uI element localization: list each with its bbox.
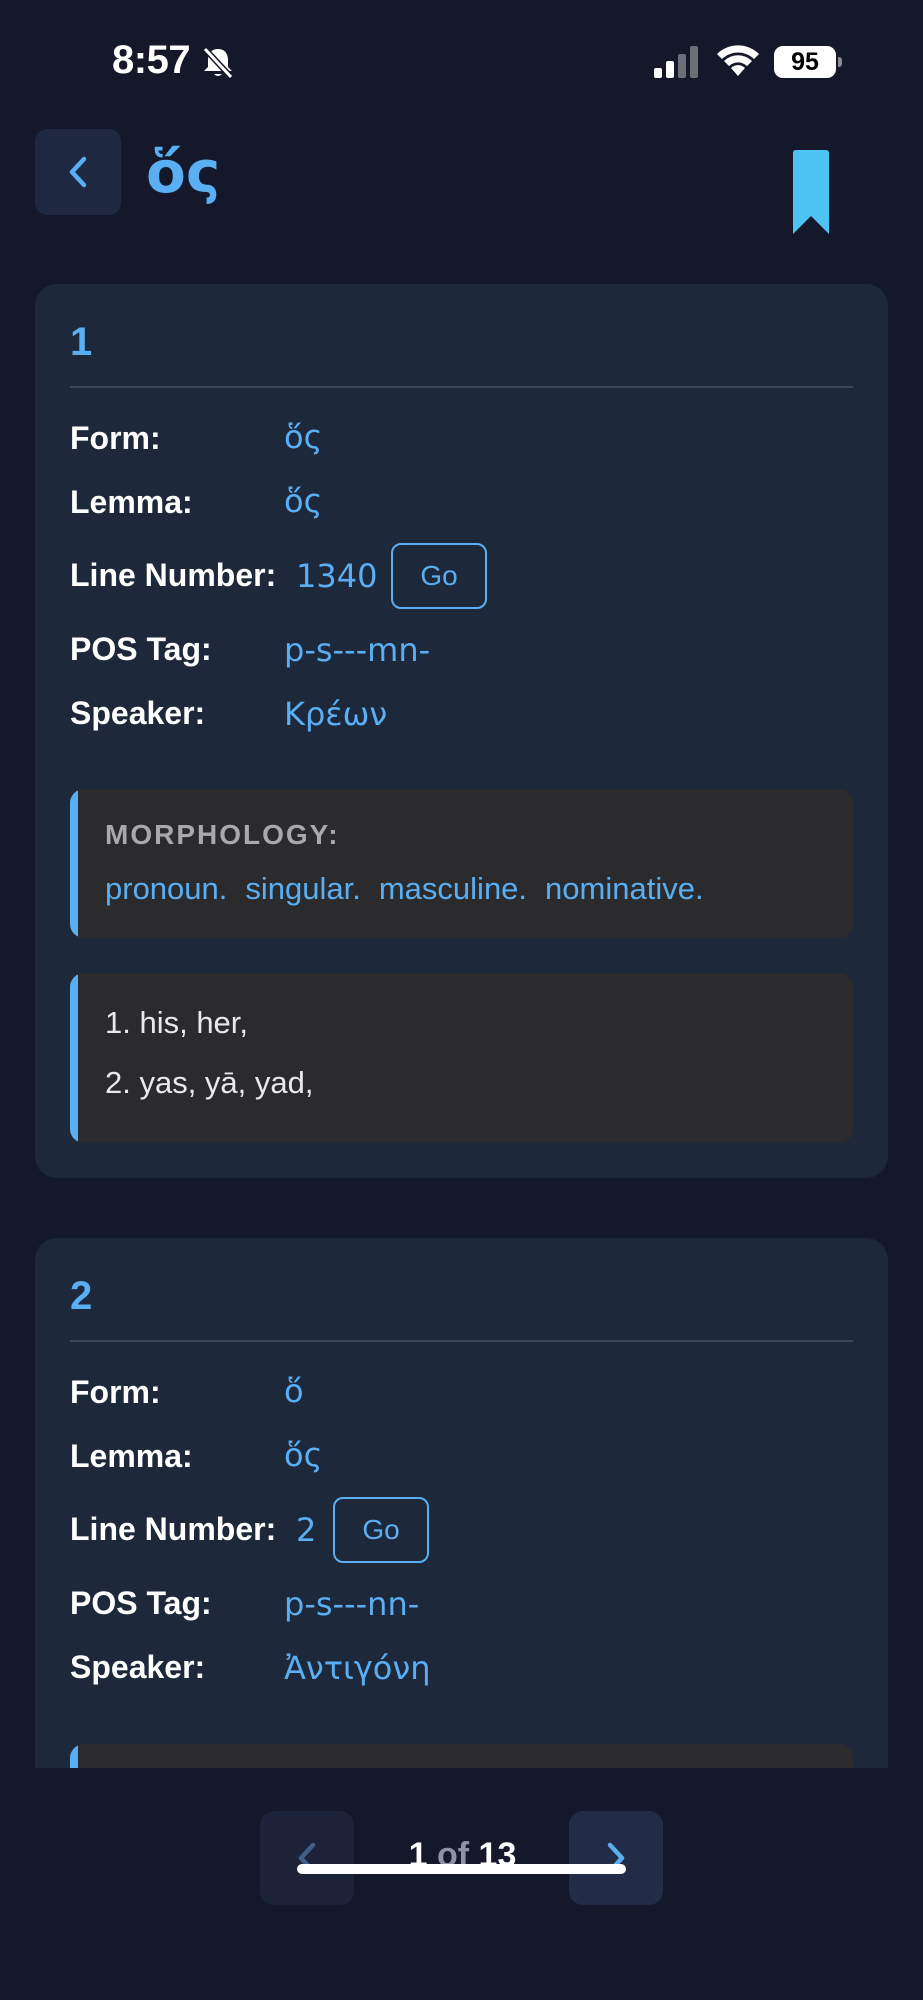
pos-tag-value: p-s---nn- <box>284 1585 420 1623</box>
speaker-value: Κρέων <box>284 695 388 733</box>
morphology-item: singular. <box>245 871 361 906</box>
entry-card: 2 Form: ὅ Lemma: ὅς Line Number: 2 Go PO… <box>35 1238 888 1768</box>
battery-indicator: 95 <box>774 46 842 78</box>
pos-tag-value: p-s---mn- <box>284 631 431 669</box>
entries-list[interactable]: 1 Form: ὅς Lemma: ὅς Line Number: 1340 G… <box>0 284 923 1768</box>
line-number-value: 2 <box>296 1511 317 1549</box>
morphology-item: masculine. <box>378 871 528 906</box>
form-label: Form: <box>70 1374 161 1410</box>
definition-item: 2. yas, yā, yad, <box>105 1065 314 1100</box>
morphology-accent-bar <box>70 789 78 938</box>
morphology-box: MORPHOLOGY: pronoun. singular. masculine… <box>70 789 853 938</box>
pagination-bar: 1 of 13 <box>0 1768 923 2000</box>
screen: 8:57 95 ὅς 1 Form: ὅς Lemma: ὅς Line Num… <box>0 0 923 2000</box>
form-value: ὅ <box>284 1372 304 1410</box>
morphology-values: pronoun. singular. masculine. nominative… <box>105 871 704 907</box>
entry-number: 1 <box>70 320 93 364</box>
speaker-label: Speaker: <box>70 695 206 731</box>
bell-slash-icon <box>202 46 234 80</box>
entry-card: 1 Form: ὅς Lemma: ὅς Line Number: 1340 G… <box>35 284 888 1178</box>
battery-tip <box>838 57 842 67</box>
form-value: ὅς <box>284 418 323 456</box>
speaker-label: Speaker: <box>70 1649 206 1685</box>
previous-page-button[interactable] <box>260 1811 354 1905</box>
morphology-item: pronoun. <box>105 871 228 906</box>
status-bar: 8:57 95 <box>0 0 923 120</box>
definitions-box: 1. his, her, 2. yas, yā, yad, <box>70 973 853 1143</box>
definition-item: 1. his, her, <box>105 1005 249 1040</box>
cellular-signal-icon <box>654 46 698 78</box>
morphology-accent-bar <box>70 1744 78 1768</box>
go-button[interactable]: Go <box>333 1497 429 1563</box>
battery-level: 95 <box>791 48 819 76</box>
card-divider <box>70 1340 853 1342</box>
line-number-label: Line Number: <box>70 557 277 593</box>
morphology-box <box>70 1744 853 1768</box>
form-label: Form: <box>70 420 161 456</box>
entry-number: 2 <box>70 1274 93 1318</box>
morphology-item: nominative. <box>545 871 704 906</box>
morphology-label: MORPHOLOGY: <box>105 819 340 850</box>
lemma-label: Lemma: <box>70 484 193 520</box>
next-page-button[interactable] <box>569 1811 663 1905</box>
lemma-label: Lemma: <box>70 1438 193 1474</box>
card-divider <box>70 386 853 388</box>
lemma-value: ὅς <box>284 1436 323 1474</box>
chevron-left-icon <box>69 156 87 188</box>
definitions-accent-bar <box>70 973 78 1143</box>
go-button[interactable]: Go <box>391 543 487 609</box>
bookmark-icon[interactable] <box>791 150 831 236</box>
speaker-value: Ἀντιγόνη <box>284 1649 431 1687</box>
status-time: 8:57 <box>112 38 191 82</box>
pos-tag-label: POS Tag: <box>70 1585 212 1621</box>
pos-tag-label: POS Tag: <box>70 631 212 667</box>
wifi-icon <box>717 45 759 76</box>
page-title: ὅς <box>146 138 221 206</box>
line-number-value: 1340 <box>296 557 378 595</box>
lemma-value: ὅς <box>284 482 323 520</box>
home-indicator[interactable] <box>297 1864 626 1874</box>
back-button[interactable] <box>35 129 121 215</box>
line-number-label: Line Number: <box>70 1511 277 1547</box>
